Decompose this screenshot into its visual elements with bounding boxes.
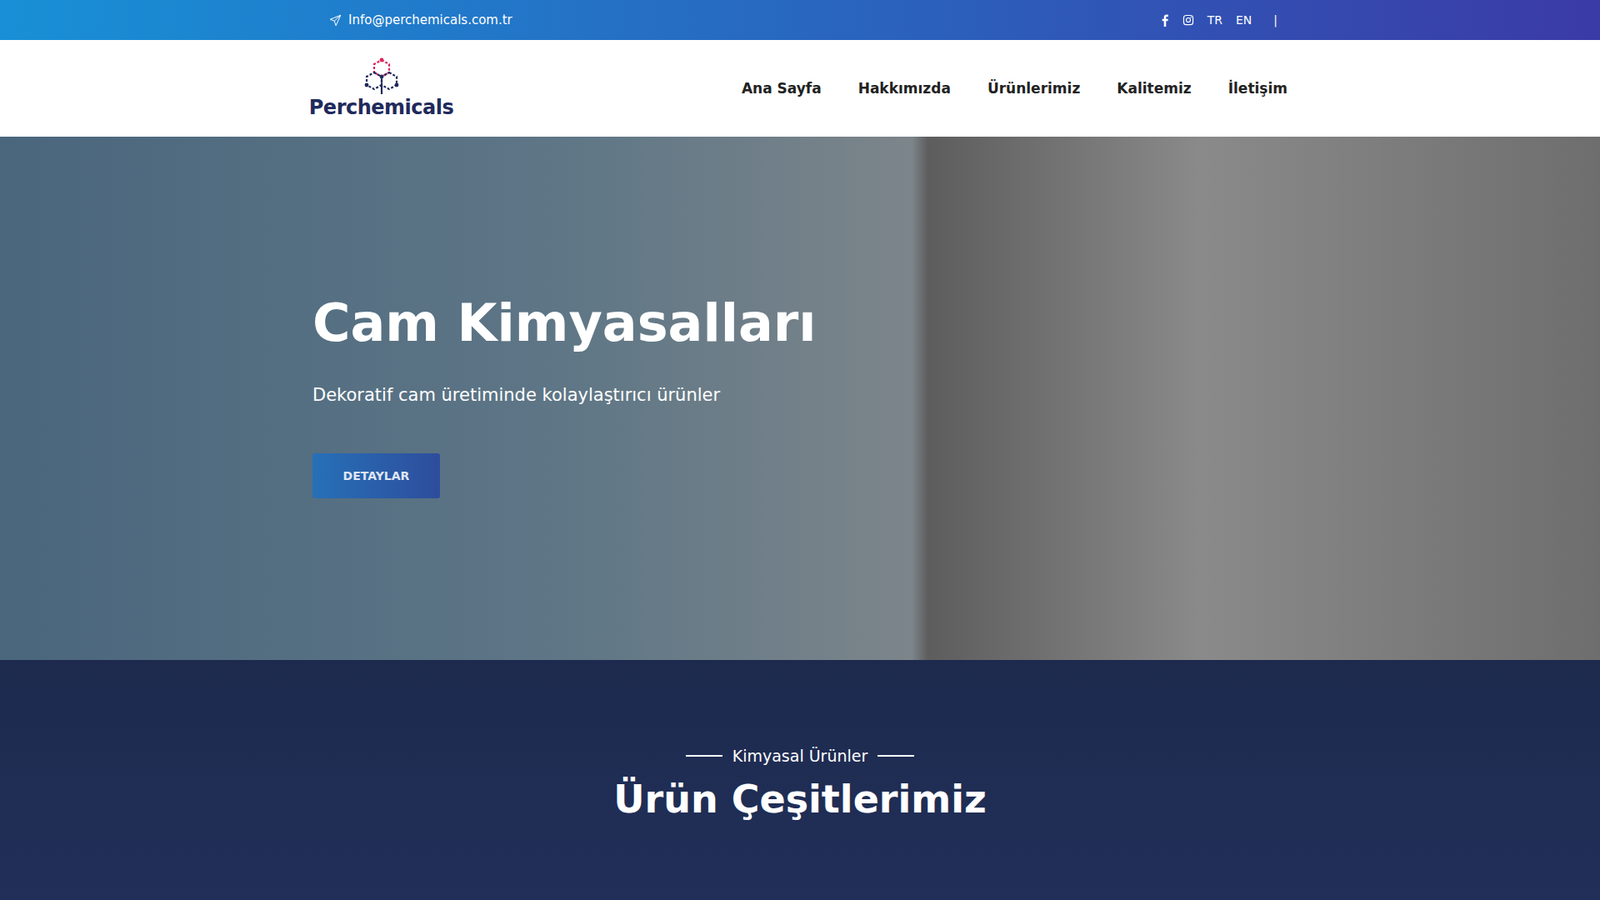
hero-subtitle: Dekoratif cam üretiminde kolaylaştırıcı … [312, 385, 720, 405]
section-eyebrow: Kimyasal Ürünler [685, 746, 915, 765]
main-nav: Ana Sayfa Hakkımızda Ürünlerimiz Kalitemiz İ… [741, 80, 1288, 97]
nav-item[interactable]: Ürünlerimiz [987, 80, 1080, 97]
eyebrow-line [685, 755, 723, 757]
email-text: Info@perchemicals.com.tr [348, 12, 513, 28]
top-right: TR EN | [1160, 13, 1288, 27]
section-title: Ürün Çeşitlerimiz [613, 776, 987, 822]
nav-item[interactable]: Ana Sayfa [741, 80, 822, 97]
top-bar: Info@perchemicals.com.tr TR EN | [0, 0, 1600, 40]
hero-slider: Cam Kimyasalları Dekoratif cam üretiminde… [0, 136, 1600, 660]
hero-title: Cam Kimyasalları [312, 295, 817, 352]
molecule-icon [359, 57, 405, 96]
nav-item[interactable]: İletişim [1228, 80, 1288, 97]
language-link[interactable]: TR [1207, 13, 1223, 27]
facebook-icon[interactable] [1160, 14, 1170, 27]
eyebrow-line [877, 755, 915, 757]
page: Info@perchemicals.com.tr TR EN | Perchemical… [0, 0, 1600, 900]
separator: | [1273, 13, 1278, 27]
header: Perchemicals Ana Sayfa Hakkımızda Ürünlerim… [0, 40, 1600, 137]
instagram-icon[interactable] [1182, 14, 1195, 26]
details-button[interactable]: DETAYLAR [312, 453, 440, 499]
nav-item[interactable]: Kalitemiz [1116, 80, 1191, 97]
language-link[interactable]: EN [1235, 13, 1252, 27]
nav-item[interactable]: Hakkımızda [858, 80, 951, 97]
logo-text: Perchemicals [309, 95, 454, 120]
logo[interactable]: Perchemicals [312, 57, 450, 120]
products-section: Kimyasal Ürünler Ürün Çeşitlerimiz [0, 660, 1600, 900]
eyebrow-text: Kimyasal Ürünler [732, 746, 869, 765]
send-icon [329, 14, 342, 27]
email-link[interactable]: Info@perchemicals.com.tr [312, 12, 513, 28]
